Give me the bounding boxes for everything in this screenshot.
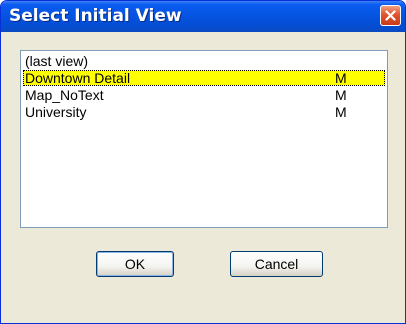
list-item-selected[interactable]: Downtown Detail M xyxy=(23,70,385,86)
dialog-title: Select Initial View xyxy=(9,6,182,26)
view-name: Downtown Detail xyxy=(25,70,131,86)
view-flag: M xyxy=(335,104,347,120)
cancel-button[interactable]: Cancel xyxy=(230,251,323,277)
close-icon xyxy=(385,10,396,21)
select-initial-view-dialog: Select Initial View (last view) Downtown… xyxy=(0,0,406,324)
view-name: University xyxy=(25,104,87,120)
ok-button[interactable]: OK xyxy=(96,251,174,277)
close-button[interactable] xyxy=(380,5,401,26)
title-bar[interactable]: Select Initial View xyxy=(1,1,405,32)
list-item[interactable]: (last view) xyxy=(23,53,385,69)
view-flag: M xyxy=(335,70,347,86)
list-item[interactable]: Map_NoText M xyxy=(23,87,385,103)
views-listbox[interactable]: (last view) Downtown Detail M Map_NoText… xyxy=(20,50,388,228)
view-name: Map_NoText xyxy=(25,87,104,103)
view-name: (last view) xyxy=(25,53,89,69)
list-item[interactable]: University M xyxy=(23,104,385,120)
view-flag: M xyxy=(335,87,347,103)
